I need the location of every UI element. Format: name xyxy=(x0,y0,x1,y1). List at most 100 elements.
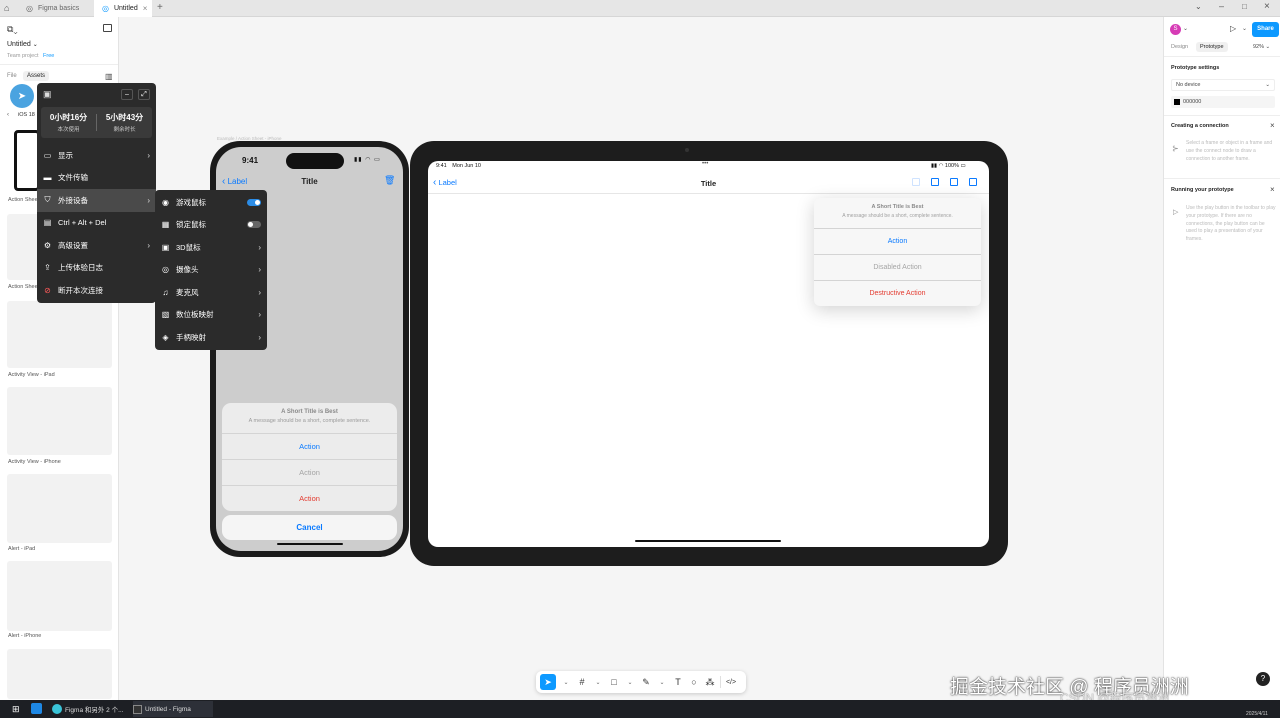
chevron-down-icon[interactable]: ⌄ xyxy=(592,674,604,690)
close-icon[interactable]: × xyxy=(1270,121,1275,130)
back-chevron-icon[interactable]: ‹ xyxy=(7,112,9,118)
cancel-button[interactable]: Cancel xyxy=(222,515,397,540)
folder-icon: ▬ xyxy=(43,173,52,183)
connection-icon: ⊱ xyxy=(1172,144,1179,153)
sheet-action-destructive[interactable]: Action xyxy=(222,485,397,511)
mouse-3d-icon: ▣ xyxy=(161,242,170,252)
floating-cursor-button[interactable]: ➤ xyxy=(10,84,34,108)
submenu-item-lock-mouse[interactable]: ▦ 锁定鼠标 xyxy=(155,214,267,237)
menu-list: ▭ 显示 › ▬ 文件传输 ⛉ 外接设备 › ▤ Ctrl + Alt + Del ⚙ 高级设… xyxy=(37,144,156,302)
menu-item-file-transfer[interactable]: ▬ 文件传输 xyxy=(37,167,156,190)
chevron-down-icon[interactable]: ⌄ xyxy=(560,674,572,690)
popover-action-destructive[interactable]: Destructive Action xyxy=(814,280,981,306)
toggle-off[interactable] xyxy=(247,221,261,229)
device-select[interactable]: No device ⌄ xyxy=(1171,79,1275,91)
help-button[interactable]: ? xyxy=(1256,672,1270,686)
submenu-item-tablet[interactable]: ▧ 数位板映射 › xyxy=(155,304,267,327)
text-tool-icon[interactable]: T xyxy=(672,674,684,690)
asset-thumbnail[interactable] xyxy=(7,387,112,455)
library-icon[interactable]: ▥ xyxy=(105,72,113,81)
square-icon[interactable] xyxy=(969,178,977,186)
trash-icon[interactable]: 🗑 xyxy=(384,175,395,186)
start-icon[interactable]: ⊞ xyxy=(12,704,20,715)
asset-thumbnail[interactable] xyxy=(7,649,112,699)
square-icon[interactable] xyxy=(950,178,958,186)
file-name[interactable]: Untitled ⌄ xyxy=(7,41,38,48)
taskbar-item-figma[interactable]: Untitled - Figma xyxy=(133,701,213,717)
fullscreen-icon[interactable]: ⤢ xyxy=(138,89,150,100)
avatar[interactable]: S xyxy=(1170,24,1181,35)
figma-menu-icon[interactable]: ⧉⌄ xyxy=(7,24,18,35)
submenu-item-microphone[interactable]: ♫ 麦克风 › xyxy=(155,281,267,304)
tab-prototype[interactable]: Prototype xyxy=(1196,42,1228,52)
tab-design[interactable]: Design xyxy=(1171,44,1188,50)
menu-item-label: 外接设备 xyxy=(58,195,88,205)
new-tab-button[interactable]: + xyxy=(157,2,163,13)
chevron-right-icon: › xyxy=(258,242,261,252)
prototype-settings-heading: Prototype settings xyxy=(1171,65,1220,71)
rectangle-tool-icon[interactable]: □ xyxy=(608,674,620,690)
tab-figma-basics[interactable]: ◎ Figma basics xyxy=(18,0,94,17)
chevron-down-icon[interactable]: ⌄ xyxy=(656,674,668,690)
minimize-icon[interactable]: – xyxy=(1219,1,1224,11)
asset-thumbnail[interactable] xyxy=(7,301,112,368)
tab-file[interactable]: File xyxy=(7,73,17,79)
chevron-down-icon[interactable]: ⌄ xyxy=(624,674,636,690)
taskbar-item-browser[interactable]: Figma 和另外 2 个... xyxy=(52,701,130,717)
chevron-down-icon[interactable]: ⌄ xyxy=(1183,25,1188,32)
share-button[interactable]: Share xyxy=(1252,22,1279,37)
zoom-level[interactable]: 92% ⌄ xyxy=(1253,44,1270,50)
pen-tool-icon[interactable]: ✎ xyxy=(640,674,652,690)
chevron-down-icon[interactable]: ⌄ xyxy=(1242,25,1247,32)
sidebar-toggle-icon[interactable] xyxy=(103,24,112,32)
menu-item-upload-log[interactable]: ⇪ 上传体验日志 xyxy=(37,257,156,280)
ipad-status-right: ▮▮ ◠ 100% ▭ xyxy=(931,163,966,169)
sheet-action[interactable]: Action xyxy=(222,433,397,459)
browser-tab-bar: ⌂ ◎ Figma basics ◎ Untitled × + ⌄ – □ × xyxy=(0,0,1280,17)
ipad-frame[interactable]: 9:41 Mon Jun 10 ••• ▮▮ ◠ 100% ▭ ‹ Label … xyxy=(410,141,1008,566)
tab-untitled[interactable]: ◎ Untitled × xyxy=(94,0,152,17)
toggle-on[interactable] xyxy=(247,198,261,206)
submenu-item-gamepad[interactable]: ◈ 手柄映射 › xyxy=(155,326,267,349)
submenu-item-3d-mouse[interactable]: ▣ 3D鼠标 › xyxy=(155,236,267,259)
close-icon[interactable]: × xyxy=(1270,185,1275,194)
asset-thumbnail[interactable] xyxy=(7,474,112,543)
chevron-right-icon: › xyxy=(258,265,261,275)
home-icon[interactable]: ⌂ xyxy=(4,3,14,13)
submenu-item-camera[interactable]: ◎ 摄像头 › xyxy=(155,259,267,282)
app-icon[interactable] xyxy=(31,703,42,714)
maximize-icon[interactable]: □ xyxy=(1242,2,1247,11)
submenu-item-game-mouse[interactable]: ◉ 游戏鼠标 xyxy=(155,191,267,214)
square-icon[interactable] xyxy=(931,178,939,186)
lock-mouse-icon: ▦ xyxy=(161,220,170,230)
popover-action[interactable]: Action xyxy=(814,228,981,254)
tablet-icon: ▧ xyxy=(161,310,170,320)
menu-item-label: 高级设置 xyxy=(58,240,88,250)
remote-app-icon: ▣ xyxy=(43,89,52,99)
menu-item-external-devices[interactable]: ⛉ 外接设备 › xyxy=(37,189,156,212)
close-window-icon[interactable]: × xyxy=(1264,1,1270,12)
usage-panel: 0小时16分 本次使用 5小时43分 剩余时长 xyxy=(41,107,152,138)
play-icon[interactable]: ▷ xyxy=(1230,24,1236,33)
tab-assets[interactable]: Assets xyxy=(23,71,50,81)
move-tool-icon[interactable]: ➤ xyxy=(540,674,556,690)
minimize-icon[interactable]: – xyxy=(121,89,133,100)
square-icon[interactable] xyxy=(912,178,920,186)
battery-level: 100% xyxy=(944,163,959,169)
menu-item-display[interactable]: ▭ 显示 › xyxy=(37,144,156,167)
menu-item-disconnect[interactable]: ⊘ 断开本次连接 xyxy=(37,279,156,302)
close-tab-icon[interactable]: × xyxy=(143,4,148,13)
frame-tool-icon[interactable]: # xyxy=(576,674,588,690)
actions-tool-icon[interactable]: ⁂ xyxy=(704,674,716,690)
dev-mode-icon[interactable]: </> xyxy=(725,674,737,690)
status-icons: ▮▮ ◠ ▭ xyxy=(354,157,381,163)
chevron-right-icon: › xyxy=(147,240,150,250)
disconnect-icon: ⊘ xyxy=(44,285,51,295)
asset-thumbnail[interactable] xyxy=(7,561,112,631)
menu-item-ctrl-alt-del[interactable]: ▤ Ctrl + Alt + Del xyxy=(37,212,156,235)
popover-action-disabled: Disabled Action xyxy=(814,254,981,280)
menu-item-advanced[interactable]: ⚙ 高级设置 › xyxy=(37,234,156,257)
comment-tool-icon[interactable]: ○ xyxy=(688,674,700,690)
chevron-down-icon[interactable]: ⌄ xyxy=(1195,2,1202,11)
background-color-field[interactable]: 000000 xyxy=(1171,96,1275,108)
